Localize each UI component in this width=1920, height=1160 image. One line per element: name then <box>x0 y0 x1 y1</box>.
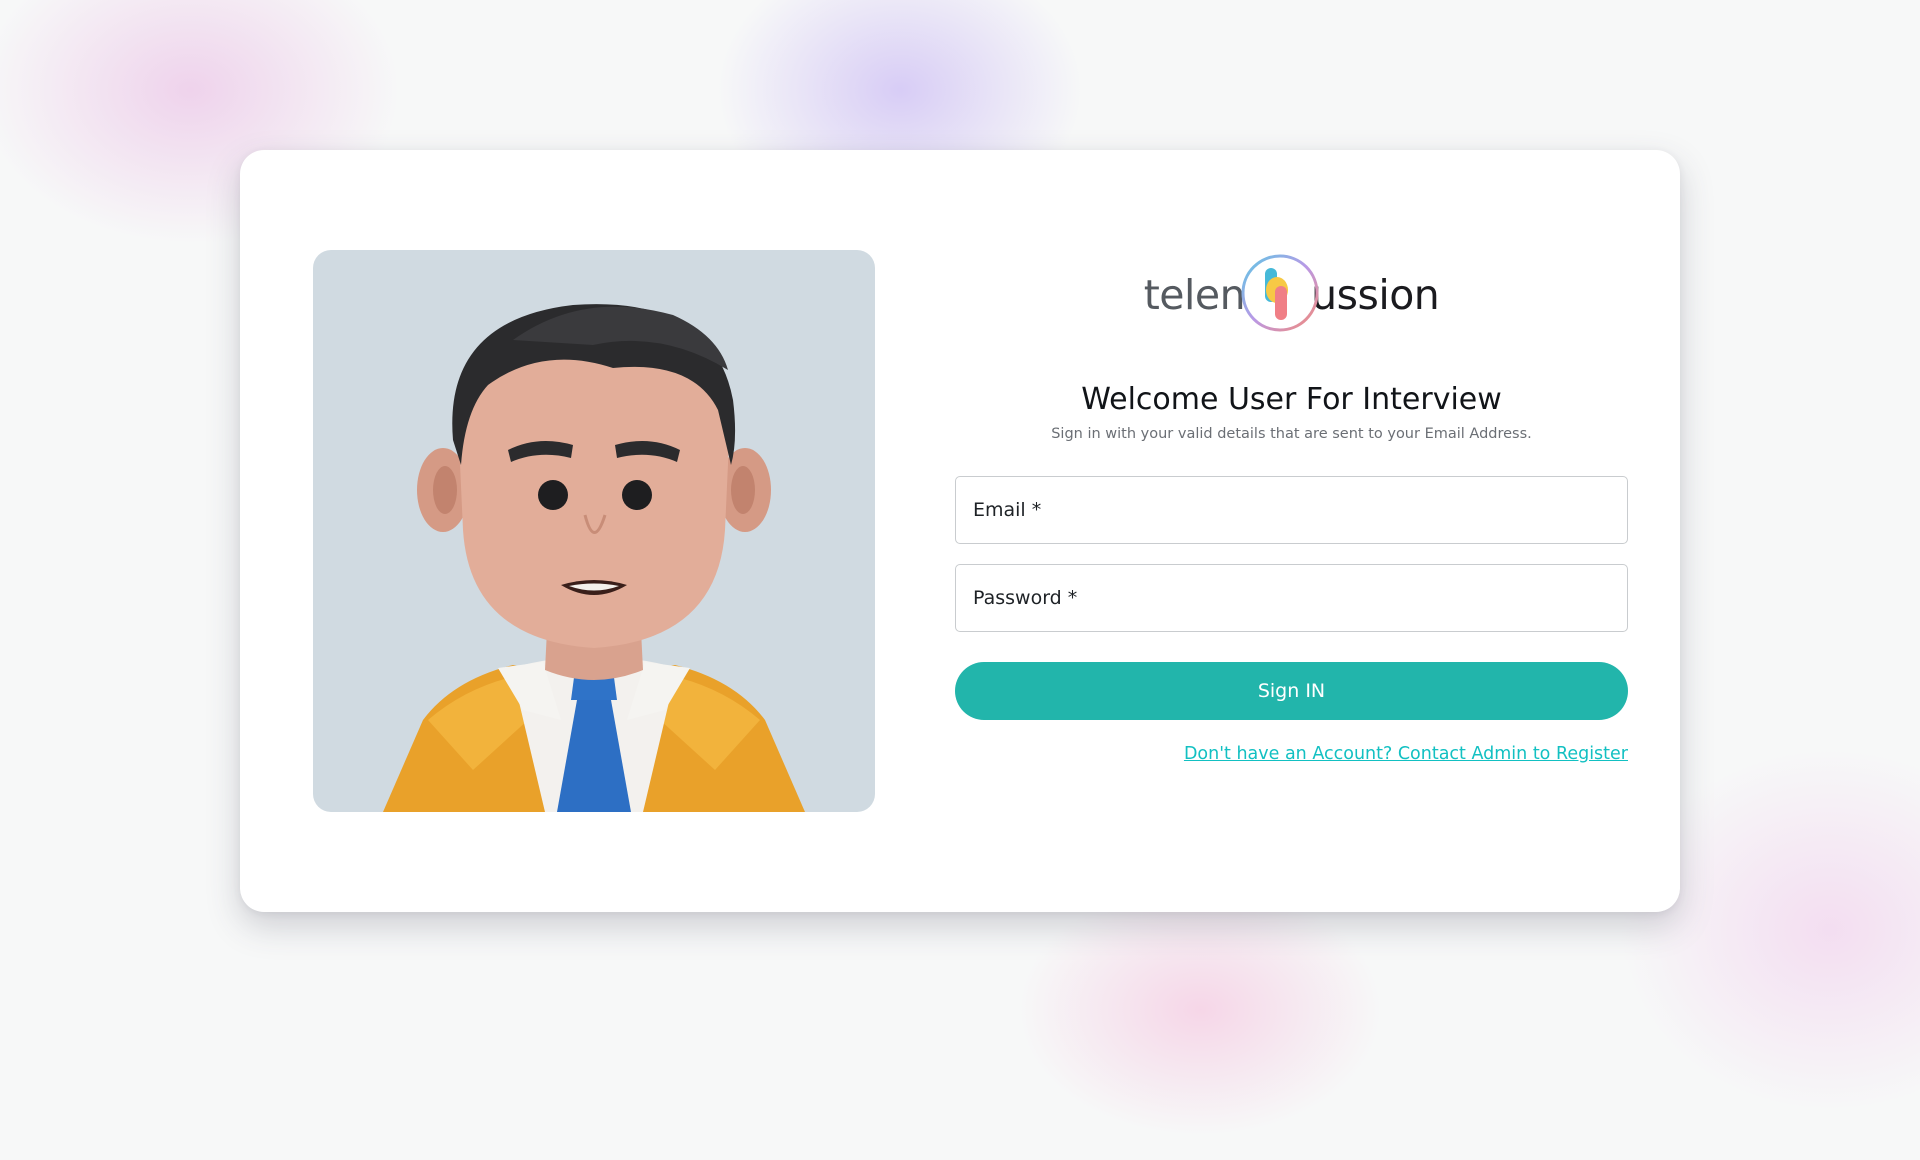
logo-text-right: ussion <box>1311 270 1440 319</box>
password-field[interactable]: Password * <box>955 564 1628 632</box>
login-form: telen ussion Welcome User For Interview … <box>955 250 1628 764</box>
login-card: telen ussion Welcome User For Interview … <box>240 150 1680 912</box>
register-link[interactable]: Don't have an Account? Contact Admin to … <box>1184 744 1628 764</box>
avatar-illustration <box>313 250 875 812</box>
sign-in-button[interactable]: Sign IN <box>955 662 1628 720</box>
page-subtitle: Sign in with your valid details that are… <box>1051 426 1532 442</box>
email-field-label: Email * <box>973 499 1042 521</box>
register-link-row: Don't have an Account? Contact Admin to … <box>955 744 1628 764</box>
email-field[interactable]: Email * <box>955 476 1628 544</box>
telendussion-logo: telen ussion <box>955 250 1628 340</box>
page-title: Welcome User For Interview <box>1081 382 1502 417</box>
logo-text-left: telen <box>1143 270 1246 319</box>
password-field-label: Password * <box>973 587 1078 609</box>
circle-rainbow-logo-mark-icon <box>1241 254 1319 332</box>
